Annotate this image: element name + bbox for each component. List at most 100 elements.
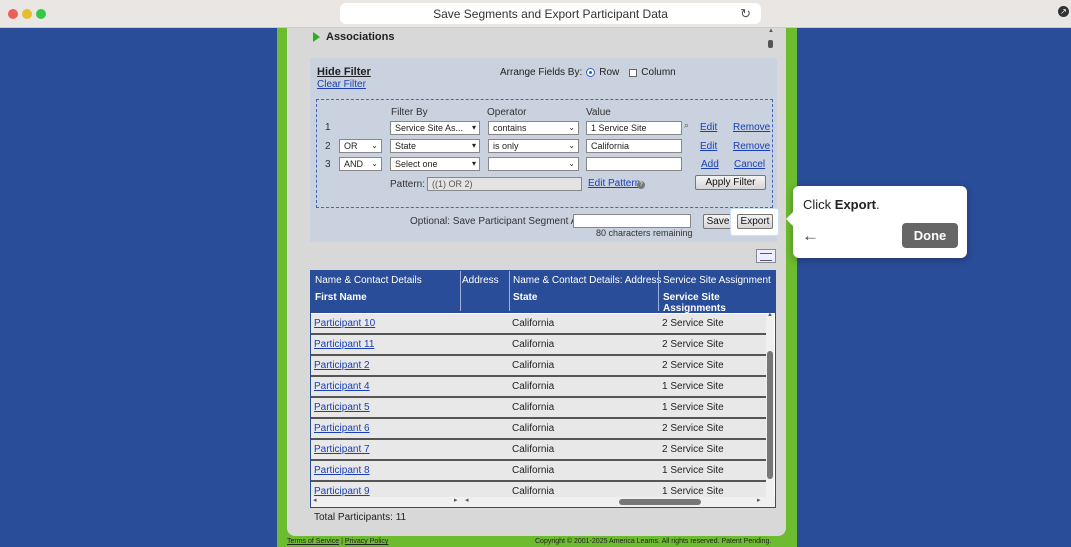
back-arrow-icon[interactable]: ← xyxy=(802,226,819,246)
save-button[interactable]: Save xyxy=(703,214,733,229)
table-row: Participant 11 California 2 Service Site xyxy=(311,335,767,356)
table-horizontal-scrollbar[interactable]: ◂ ▸ ◂ ▸ xyxy=(311,496,775,507)
group-header: Name & Contact Details: Address xyxy=(513,275,662,286)
table-row: Participant 5 California 1 Service Site xyxy=(311,398,767,419)
scroll-up-icon[interactable]: ▲ xyxy=(768,28,774,34)
participant-link[interactable]: Participant 9 xyxy=(314,486,370,497)
filter-field-select[interactable]: Service Site As... ▾ xyxy=(390,121,480,135)
column-checkbox[interactable] xyxy=(629,68,638,77)
operator-select[interactable]: contains ⌄ xyxy=(488,121,579,135)
tooltip-text: Click Export. xyxy=(803,197,880,212)
expand-arrow-icon xyxy=(313,32,320,42)
scroll-left-icon[interactable]: ◂ xyxy=(313,496,317,504)
help-icon[interactable]: ? xyxy=(637,181,645,189)
terms-link[interactable]: Terms of Service xyxy=(287,538,339,545)
participant-link[interactable]: Participant 10 xyxy=(314,318,375,329)
minimize-window-button[interactable] xyxy=(22,9,32,19)
participant-link[interactable]: Participant 5 xyxy=(314,402,370,413)
clear-filter-link[interactable]: Clear Filter xyxy=(317,79,366,90)
chevron-down-icon: ⌄ xyxy=(371,141,378,150)
edit-pattern-link[interactable]: Edit Pattern xyxy=(588,178,640,189)
table-body: Participant 10 California 2 Service Site P… xyxy=(311,314,767,497)
value-input[interactable] xyxy=(586,157,682,171)
pattern-input[interactable]: ((1) OR 2) xyxy=(427,177,582,191)
participant-link[interactable]: Participant 2 xyxy=(314,360,370,371)
close-window-button[interactable] xyxy=(8,9,18,19)
logic-select[interactable]: AND ⌄ xyxy=(339,157,382,171)
lookup-icon[interactable]: ⌕ xyxy=(684,120,689,131)
scrollbar-thumb[interactable] xyxy=(768,40,773,48)
address-bar[interactable]: Save Segments and Export Participant Dat… xyxy=(340,3,761,24)
table-vertical-scrollbar[interactable]: ▲ xyxy=(766,312,774,497)
row-number: 2 xyxy=(325,141,331,152)
scroll-left-icon[interactable]: ◂ xyxy=(465,496,469,504)
state-cell: California xyxy=(512,381,555,392)
reload-icon[interactable]: ↻ xyxy=(740,6,751,22)
row-number: 1 xyxy=(325,122,331,133)
filter-conditions xyxy=(316,99,773,208)
logic-value: OR xyxy=(344,141,358,151)
done-label: Done xyxy=(913,228,947,243)
site-cell: 1 Service Site xyxy=(662,465,724,476)
value-input[interactable]: California xyxy=(586,139,682,153)
site-cell: 1 Service Site xyxy=(662,402,724,413)
logic-select[interactable]: OR ⌄ xyxy=(339,139,382,153)
edit-link[interactable]: Edit xyxy=(700,141,717,152)
scrollbar-thumb[interactable] xyxy=(619,499,701,505)
participant-link[interactable]: Participant 4 xyxy=(314,381,370,392)
filter-field-select[interactable]: State ▾ xyxy=(390,139,480,153)
edit-link[interactable]: Edit xyxy=(700,122,717,133)
hide-filter-link[interactable]: Hide Filter xyxy=(317,66,371,78)
apply-filter-button[interactable]: Apply Filter xyxy=(695,175,766,190)
page-scrollbar[interactable]: ▲ xyxy=(768,28,774,48)
operator-select[interactable]: ⌄ xyxy=(488,157,579,171)
scrollbar-thumb[interactable] xyxy=(767,351,773,479)
state-cell: California xyxy=(512,465,555,476)
site-cell: 2 Service Site xyxy=(662,360,724,371)
remove-link[interactable]: Remove xyxy=(733,122,770,133)
site-cell: 1 Service Site xyxy=(662,381,724,392)
state-cell: California xyxy=(512,339,555,350)
associations-label: Associations xyxy=(326,31,395,43)
done-button[interactable]: Done xyxy=(902,223,958,248)
filter-field-select[interactable]: Select one ▾ xyxy=(390,157,480,171)
remove-link[interactable]: Remove xyxy=(733,141,770,152)
filter-field-value: Service Site As... xyxy=(395,123,464,133)
spreadsheet-icon[interactable] xyxy=(756,249,776,263)
scroll-up-icon[interactable]: ▲ xyxy=(767,312,773,318)
column-header[interactable]: State xyxy=(513,292,537,303)
participant-link[interactable]: Participant 8 xyxy=(314,465,370,476)
group-header: Service Site Assignment xyxy=(663,275,771,286)
extension-icon[interactable]: ↗ xyxy=(1058,6,1069,17)
scroll-right-icon[interactable]: ▸ xyxy=(454,496,458,504)
row-radio[interactable] xyxy=(586,68,596,77)
table-row: Participant 6 California 2 Service Site xyxy=(311,419,767,440)
table-row: Participant 10 California 2 Service Site xyxy=(311,314,767,335)
value-text: 1 Service Site xyxy=(591,123,647,133)
column-header[interactable]: Service Site Assignments xyxy=(663,292,775,314)
value-text: California xyxy=(591,141,630,151)
row-label: Row xyxy=(599,67,620,78)
segment-name-input[interactable] xyxy=(573,214,691,228)
operator-select[interactable]: is only ⌄ xyxy=(488,139,579,153)
group-header: Name & Contact Details xyxy=(315,275,422,286)
privacy-link[interactable]: Privacy Policy xyxy=(345,538,389,545)
chevron-down-icon: ⌄ xyxy=(371,159,378,168)
participant-link[interactable]: Participant 11 xyxy=(314,339,374,350)
operator-value: contains xyxy=(493,123,527,133)
scroll-right-icon[interactable]: ▸ xyxy=(757,496,761,504)
participant-link[interactable]: Participant 7 xyxy=(314,444,370,455)
associations-toggle[interactable]: Associations xyxy=(313,31,394,43)
maximize-window-button[interactable] xyxy=(36,9,46,19)
export-button[interactable]: Export xyxy=(737,214,773,229)
state-cell: California xyxy=(512,444,555,455)
cancel-link[interactable]: Cancel xyxy=(734,159,765,170)
add-link[interactable]: Add xyxy=(701,159,719,170)
column-header[interactable]: First Name xyxy=(315,292,367,303)
arrange-fields: Arrange Fields By: Row Column xyxy=(500,67,676,78)
value-input[interactable]: 1 Service Site xyxy=(586,121,682,135)
tooltip-prefix: Click xyxy=(803,197,835,212)
participant-link[interactable]: Participant 6 xyxy=(314,423,370,434)
walkthrough-tooltip: Click Export. ← Done xyxy=(786,186,967,258)
value-header: Value xyxy=(586,107,611,118)
